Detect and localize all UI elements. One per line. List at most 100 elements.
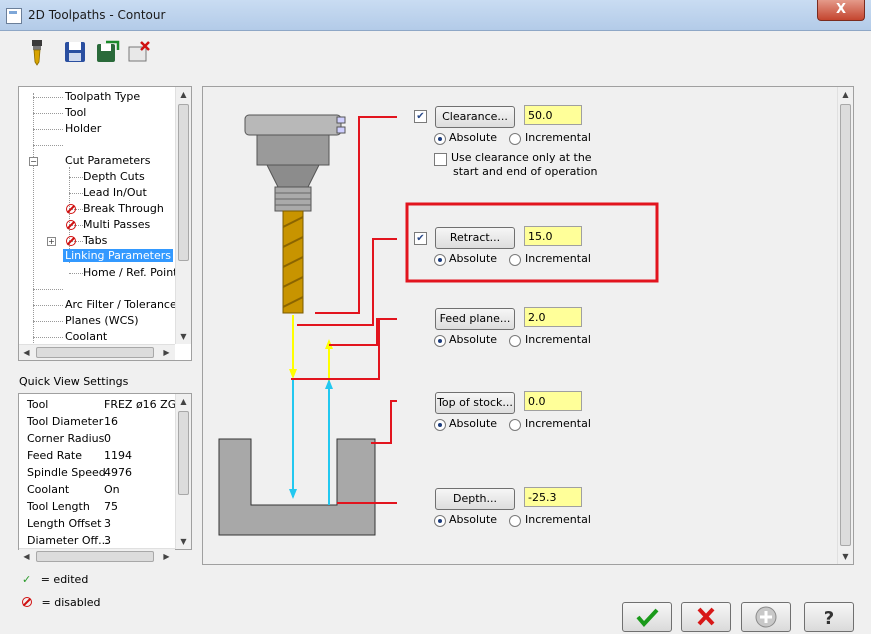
cancel-button[interactable] <box>681 602 731 632</box>
qv-label: Tool <box>27 398 49 411</box>
scroll-down-icon[interactable]: ▼ <box>176 534 191 549</box>
add-icon <box>755 606 777 628</box>
feed-plane-button[interactable]: Feed plane... <box>435 308 515 330</box>
help-icon: ? <box>824 608 834 629</box>
svg-text:?: ? <box>824 608 834 629</box>
scroll-left-icon[interactable]: ◀ <box>19 345 34 360</box>
retract-field[interactable]: 15.0 <box>524 226 582 246</box>
tree-item-planes[interactable]: Planes (WCS) <box>65 314 139 327</box>
qv-vertical-scrollbar[interactable]: ▲ ▼ <box>175 394 191 549</box>
qv-value: 4976 <box>104 466 132 479</box>
incremental-label: Incremental <box>525 513 591 526</box>
qv-label: Coolant <box>27 483 70 496</box>
qv-value: 3 <box>104 517 111 530</box>
qv-value: On <box>104 483 120 496</box>
tree-item-toolpath-type[interactable]: Toolpath Type <box>65 90 140 103</box>
clearance-checkbox[interactable]: ✔ <box>414 110 427 123</box>
tree-item-coolant[interactable]: Coolant <box>65 330 107 343</box>
delete-icon[interactable] <box>126 38 152 66</box>
quick-view-list: Tool FREZ ø16 ZG... Tool Diameter 16 Cor… <box>18 393 192 550</box>
scroll-left-icon[interactable]: ◀ <box>19 549 34 564</box>
panel-vertical-scrollbar[interactable]: ▲ ▼ <box>837 87 853 564</box>
tree-item-tool[interactable]: Tool <box>65 106 86 119</box>
window-icon <box>6 8 22 24</box>
expand-icon[interactable]: + <box>47 237 56 246</box>
tree-item-holder[interactable]: Holder <box>65 122 101 135</box>
qv-value: 75 <box>104 500 118 513</box>
collapse-icon[interactable]: − <box>29 157 38 166</box>
scroll-down-icon[interactable]: ▼ <box>176 329 191 344</box>
qv-value: 16 <box>104 415 118 428</box>
clearance-only-label-line1: Use clearance only at the <box>451 151 592 164</box>
ok-icon <box>636 608 659 628</box>
tree-item-home-ref-points[interactable]: Home / Ref. Points <box>83 266 183 279</box>
scroll-up-icon[interactable]: ▲ <box>176 87 191 102</box>
clearance-incremental-radio[interactable] <box>509 133 521 145</box>
disabled-icon <box>22 597 32 607</box>
qv-value: 3 <box>104 534 111 547</box>
retract-checkbox[interactable]: ✔ <box>414 232 427 245</box>
scroll-right-icon[interactable]: ▶ <box>159 549 174 564</box>
depth-incremental-radio[interactable] <box>509 515 521 527</box>
qv-label: Tool Length <box>27 500 90 513</box>
top-of-stock-button[interactable]: Top of stock... <box>435 392 515 414</box>
window-title: 2D Toolpaths - Contour <box>28 8 166 22</box>
clearance-absolute-radio[interactable] <box>434 133 446 145</box>
tree-item-cut-parameters[interactable]: Cut Parameters <box>65 154 150 167</box>
qv-label: Feed Rate <box>27 449 82 462</box>
disabled-icon <box>66 220 76 230</box>
scroll-right-icon[interactable]: ▶ <box>159 345 174 360</box>
help-button[interactable]: ? <box>804 602 854 632</box>
scroll-up-icon[interactable]: ▲ <box>838 87 853 102</box>
top-of-stock-field[interactable]: 0.0 <box>524 391 582 411</box>
clearance-field[interactable]: 50.0 <box>524 105 582 125</box>
qv-value: 0 <box>104 432 111 445</box>
feed-plane-incremental-radio[interactable] <box>509 335 521 347</box>
tree-item-arc-filter[interactable]: Arc Filter / Tolerance <box>65 298 177 311</box>
save-as-icon[interactable] <box>94 38 120 66</box>
tree-item-multi-passes[interactable]: Multi Passes <box>83 218 150 231</box>
tree-horizontal-scrollbar[interactable]: ◀ ▶ <box>19 344 175 360</box>
retract-button[interactable]: Retract... <box>435 227 515 249</box>
linking-parameters-panel: ✔ Clearance... 50.0 Absolute Incremental… <box>202 86 854 565</box>
depth-absolute-radio[interactable] <box>434 515 446 527</box>
clearance-only-checkbox[interactable] <box>434 153 447 166</box>
tree-item-depth-cuts[interactable]: Depth Cuts <box>83 170 145 183</box>
scroll-down-icon[interactable]: ▼ <box>838 549 853 564</box>
feed-plane-absolute-radio[interactable] <box>434 335 446 347</box>
top-of-stock-absolute-radio[interactable] <box>434 419 446 431</box>
absolute-label: Absolute <box>449 333 498 346</box>
retract-incremental-radio[interactable] <box>509 254 521 266</box>
depth-field[interactable]: -25.3 <box>524 487 582 507</box>
add-button[interactable] <box>741 602 791 632</box>
clearance-only-label-line2: start and end of operation <box>453 165 598 178</box>
qv-label: Tool Diameter <box>27 415 104 428</box>
top-of-stock-incremental-radio[interactable] <box>509 419 521 431</box>
incremental-label: Incremental <box>525 131 591 144</box>
ok-button[interactable] <box>622 602 672 632</box>
legend-edited: ✓ = edited <box>22 573 89 586</box>
tree-item-tabs[interactable]: Tabs <box>83 234 107 247</box>
qv-label: Diameter Off... <box>27 534 109 547</box>
legend-disabled: = disabled <box>22 596 101 609</box>
absolute-label: Absolute <box>449 417 498 430</box>
tree-item-lead-in-out[interactable]: Lead In/Out <box>83 186 147 199</box>
clearance-button[interactable]: Clearance... <box>435 106 515 128</box>
incremental-label: Incremental <box>525 333 591 346</box>
tree-item-break-through[interactable]: Break Through <box>83 202 164 215</box>
feed-plane-field[interactable]: 2.0 <box>524 307 582 327</box>
parameter-tree: Toolpath Type Tool Holder − Cut Paramete… <box>18 86 192 361</box>
tool-icon[interactable] <box>24 38 50 66</box>
qv-label: Length Offset <box>27 517 102 530</box>
close-button[interactable]: X <box>817 0 865 21</box>
scroll-up-icon[interactable]: ▲ <box>176 394 191 409</box>
incremental-label: Incremental <box>525 252 591 265</box>
depth-button[interactable]: Depth... <box>435 488 515 510</box>
qv-horizontal-scrollbar[interactable]: ◀ ▶ <box>19 548 175 564</box>
tree-item-linking-parameters[interactable]: Linking Parameters <box>63 249 173 262</box>
retract-absolute-radio[interactable] <box>434 254 446 266</box>
save-icon[interactable] <box>62 38 88 66</box>
incremental-label: Incremental <box>525 417 591 430</box>
tree-vertical-scrollbar[interactable]: ▲ ▼ <box>175 87 191 344</box>
disabled-icon <box>66 204 76 214</box>
